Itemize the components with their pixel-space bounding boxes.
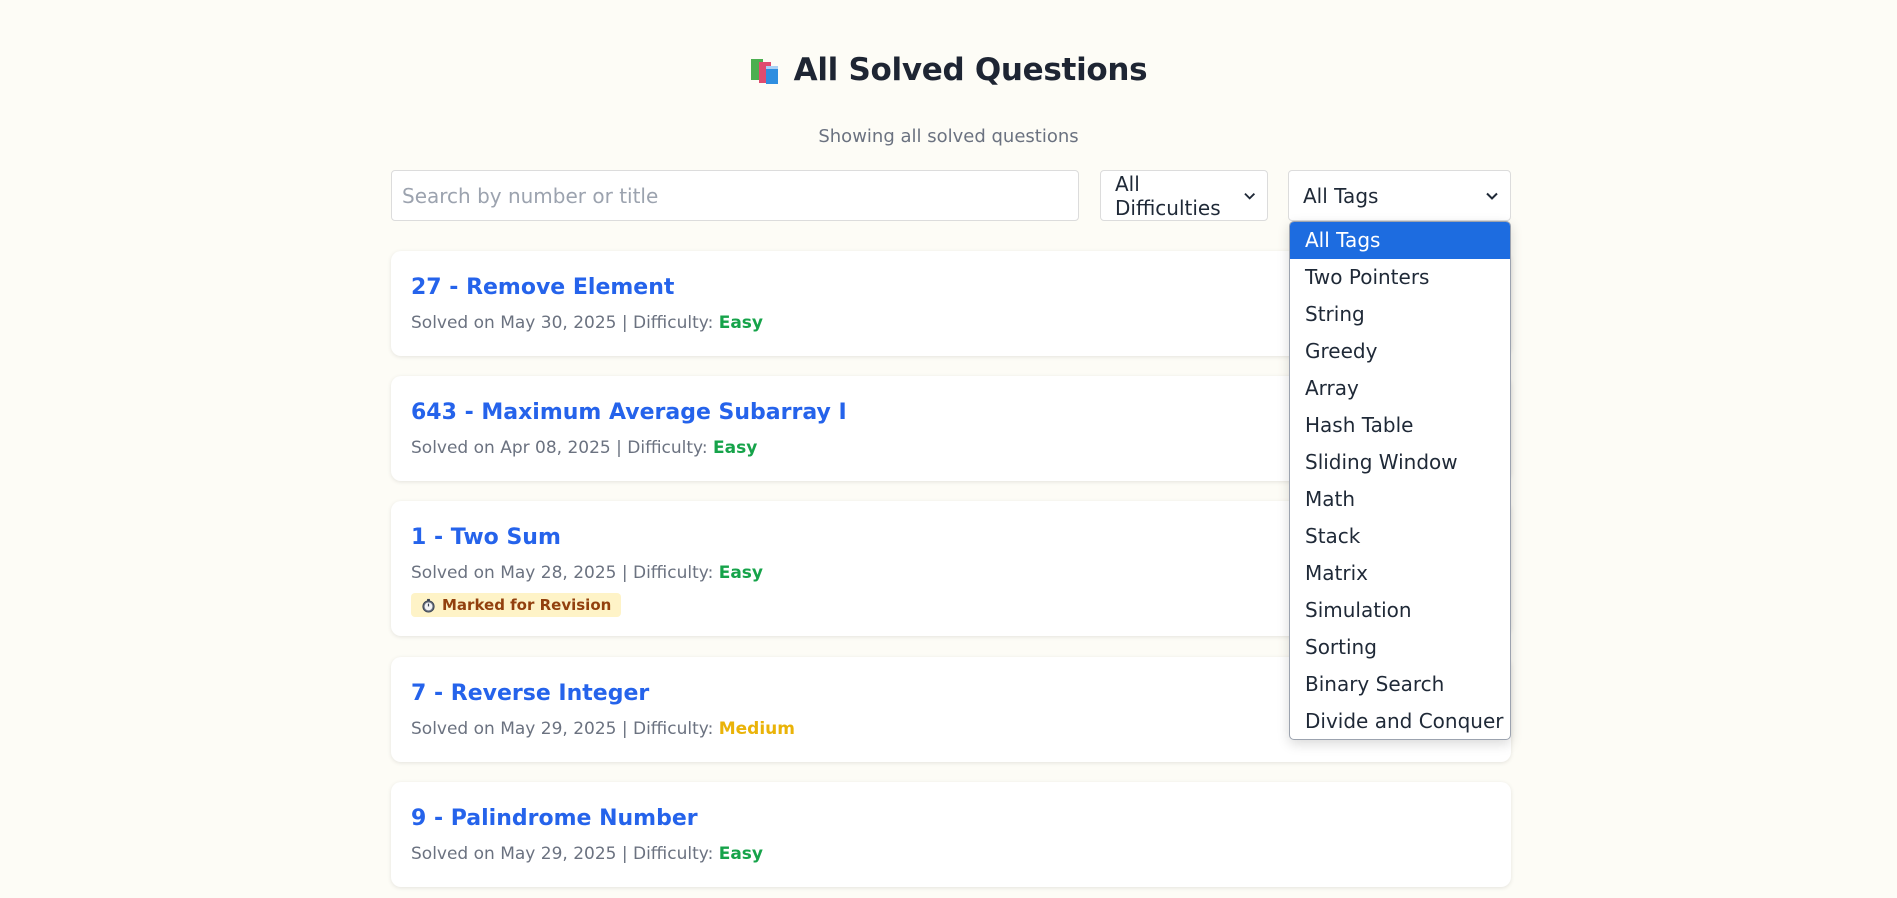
tag-option-binary-search[interactable]: Binary Search [1290, 666, 1510, 703]
question-meta: Solved on May 30, 2025 | Difficulty: Eas… [411, 313, 763, 333]
question-title-link[interactable]: 1 - Two Sum [411, 525, 561, 550]
chevron-down-icon [1243, 192, 1255, 200]
question-meta: Solved on May 28, 2025 | Difficulty: Eas… [411, 563, 763, 583]
tag-option-array[interactable]: Array [1290, 370, 1510, 407]
solved-info: Solved on May 28, 2025 | Difficulty: [411, 563, 719, 583]
question-card[interactable]: 9 - Palindrome Number Solved on May 29, … [391, 782, 1511, 887]
difficulty-label: Easy [718, 563, 764, 583]
difficulty-label: Easy [718, 844, 764, 864]
page-title: All Solved Questions [793, 52, 1148, 88]
revision-badge-label: Marked for Revision [442, 596, 612, 614]
header: All Solved Questions [0, 52, 1897, 89]
title-row: All Solved Questions [750, 52, 1148, 88]
books-icon [750, 59, 778, 84]
tag-option-hash-table[interactable]: Hash Table [1290, 407, 1510, 444]
chevron-down-icon [1486, 192, 1498, 200]
question-meta: Solved on May 29, 2025 | Difficulty: Med… [411, 719, 795, 739]
tag-option-math[interactable]: Math [1290, 481, 1510, 518]
difficulty-select-value: All Difficulties [1115, 171, 1221, 220]
revision-badge: Marked for Revision [411, 593, 622, 617]
tag-option-greedy[interactable]: Greedy [1290, 333, 1510, 370]
question-meta: Solved on Apr 08, 2025 | Difficulty: Eas… [411, 438, 757, 458]
page-subtitle: Showing all solved questions [818, 126, 1079, 147]
question-meta: Solved on May 29, 2025 | Difficulty: Eas… [411, 844, 763, 864]
solved-info: Solved on May 30, 2025 | Difficulty: [411, 313, 719, 333]
difficulty-label: Medium [718, 719, 795, 739]
tag-option-sliding-window[interactable]: Sliding Window [1290, 444, 1510, 481]
tag-option-matrix[interactable]: Matrix [1290, 555, 1510, 592]
difficulty-select[interactable]: All Difficulties [1100, 170, 1268, 221]
tag-option-divide-and-conquer[interactable]: Divide and Conquer [1290, 703, 1510, 739]
solved-info: Solved on May 29, 2025 | Difficulty: [411, 844, 719, 864]
tags-dropdown-list[interactable]: All Tags Two Pointers String Greedy Arra… [1289, 221, 1511, 740]
tags-select[interactable]: All Tags [1288, 170, 1511, 221]
tag-option-string[interactable]: String [1290, 296, 1510, 333]
tag-option-all-tags[interactable]: All Tags [1290, 222, 1510, 259]
tag-option-sorting[interactable]: Sorting [1290, 629, 1510, 666]
search-placeholder: Search by number or title [402, 183, 659, 208]
search-input[interactable]: Search by number or title [391, 170, 1079, 221]
tag-option-simulation[interactable]: Simulation [1290, 592, 1510, 629]
question-title-link[interactable]: 27 - Remove Element [411, 275, 674, 300]
tag-option-two-pointers[interactable]: Two Pointers [1290, 259, 1510, 296]
question-title-link[interactable]: 643 - Maximum Average Subarray I [411, 400, 847, 425]
stopwatch-icon [422, 598, 435, 613]
question-title-link[interactable]: 9 - Palindrome Number [411, 806, 698, 831]
question-title-link[interactable]: 7 - Reverse Integer [411, 681, 649, 706]
solved-info: Solved on Apr 08, 2025 | Difficulty: [411, 438, 713, 458]
tags-select-value: All Tags [1303, 183, 1379, 208]
difficulty-label: Easy [712, 438, 758, 458]
solved-info: Solved on May 29, 2025 | Difficulty: [411, 719, 719, 739]
difficulty-label: Easy [718, 313, 764, 333]
tag-option-stack[interactable]: Stack [1290, 518, 1510, 555]
